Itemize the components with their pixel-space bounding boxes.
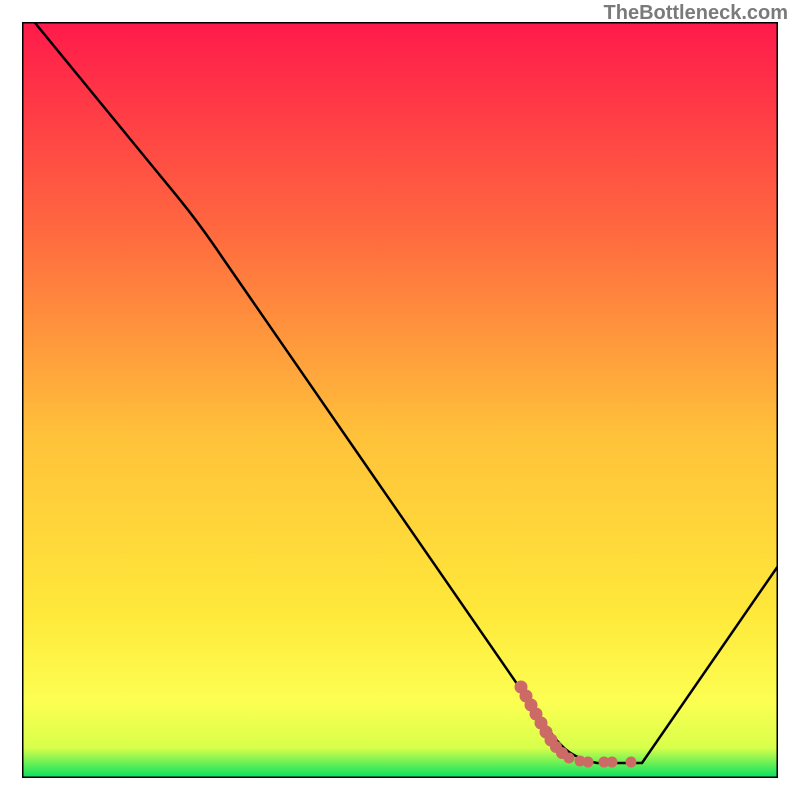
plot-background	[22, 22, 778, 778]
chart-container: TheBottleneck.com	[0, 0, 800, 800]
chart-plot	[22, 22, 778, 778]
